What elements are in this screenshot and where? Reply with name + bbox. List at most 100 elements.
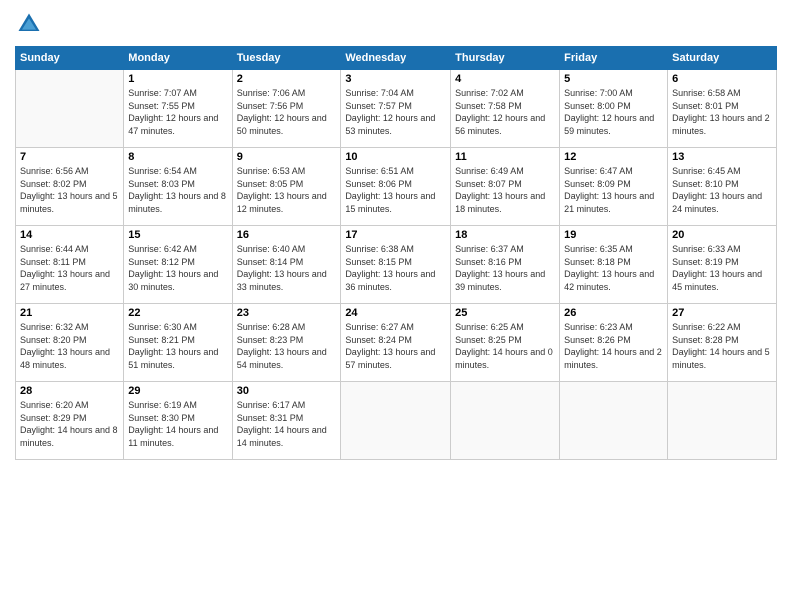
day-header-monday: Monday	[124, 47, 232, 70]
day-info: Sunrise: 6:49 AMSunset: 8:07 PMDaylight:…	[455, 165, 555, 215]
day-info: Sunrise: 7:02 AMSunset: 7:58 PMDaylight:…	[455, 87, 555, 137]
day-number: 17	[345, 229, 446, 241]
day-number: 8	[128, 151, 227, 163]
day-number: 22	[128, 307, 227, 319]
day-info: Sunrise: 6:25 AMSunset: 8:25 PMDaylight:…	[455, 321, 555, 371]
day-info: Sunrise: 6:23 AMSunset: 8:26 PMDaylight:…	[564, 321, 663, 371]
calendar-cell: 30 Sunrise: 6:17 AMSunset: 8:31 PMDayligh…	[232, 382, 341, 460]
day-number: 23	[237, 307, 337, 319]
day-info: Sunrise: 7:07 AMSunset: 7:55 PMDaylight:…	[128, 87, 227, 137]
day-number: 28	[20, 385, 119, 397]
calendar-cell: 4 Sunrise: 7:02 AMSunset: 7:58 PMDaylight…	[451, 70, 560, 148]
calendar-cell: 7 Sunrise: 6:56 AMSunset: 8:02 PMDaylight…	[16, 148, 124, 226]
day-info: Sunrise: 6:33 AMSunset: 8:19 PMDaylight:…	[672, 243, 772, 293]
day-info: Sunrise: 7:06 AMSunset: 7:56 PMDaylight:…	[237, 87, 337, 137]
day-info: Sunrise: 6:28 AMSunset: 8:23 PMDaylight:…	[237, 321, 337, 371]
day-number: 1	[128, 73, 227, 85]
day-number: 2	[237, 73, 337, 85]
day-number: 10	[345, 151, 446, 163]
calendar-cell: 21 Sunrise: 6:32 AMSunset: 8:20 PMDayligh…	[16, 304, 124, 382]
day-header-wednesday: Wednesday	[341, 47, 451, 70]
day-info: Sunrise: 6:22 AMSunset: 8:28 PMDaylight:…	[672, 321, 772, 371]
day-info: Sunrise: 6:45 AMSunset: 8:10 PMDaylight:…	[672, 165, 772, 215]
day-header-tuesday: Tuesday	[232, 47, 341, 70]
day-info: Sunrise: 6:56 AMSunset: 8:02 PMDaylight:…	[20, 165, 119, 215]
day-header-sunday: Sunday	[16, 47, 124, 70]
calendar-cell: 16Sunrise: 6:40 AMSunset: 8:14 PMDayligh…	[232, 226, 341, 304]
day-number: 20	[672, 229, 772, 241]
calendar-cell: 12 Sunrise: 6:47 AMSunset: 8:09 PMDayligh…	[560, 148, 668, 226]
day-info: Sunrise: 6:58 AMSunset: 8:01 PMDaylight:…	[672, 87, 772, 137]
calendar-cell: 19 Sunrise: 6:35 AMSunset: 8:18 PMDayligh…	[560, 226, 668, 304]
day-info: Sunrise: 6:35 AMSunset: 8:18 PMDaylight:…	[564, 243, 663, 293]
calendar-cell: 25 Sunrise: 6:25 AMSunset: 8:25 PMDayligh…	[451, 304, 560, 382]
calendar-week-4: 28Sunrise: 6:20 AMSunset: 8:29 PMDayligh…	[16, 382, 777, 460]
day-number: 21	[20, 307, 119, 319]
day-info: Sunrise: 6:19 AMSunset: 8:30 PMDaylight:…	[128, 399, 227, 449]
calendar-cell: 15Sunrise: 6:42 AMSunset: 8:12 PMDayligh…	[124, 226, 232, 304]
main-container: SundayMondayTuesdayWednesdayThursdayFrid…	[0, 0, 792, 470]
day-number: 27	[672, 307, 772, 319]
day-number: 14	[20, 229, 119, 241]
day-number: 15	[128, 229, 227, 241]
calendar-cell	[341, 382, 451, 460]
day-info: Sunrise: 6:17 AMSunset: 8:31 PMDaylight:…	[237, 399, 337, 449]
day-info: Sunrise: 6:37 AMSunset: 8:16 PMDaylight:…	[455, 243, 555, 293]
calendar-cell: 23 Sunrise: 6:28 AMSunset: 8:23 PMDayligh…	[232, 304, 341, 382]
day-info: Sunrise: 6:54 AMSunset: 8:03 PMDaylight:…	[128, 165, 227, 215]
calendar-cell	[668, 382, 777, 460]
calendar-cell: 6 Sunrise: 6:58 AMSunset: 8:01 PMDaylight…	[668, 70, 777, 148]
day-number: 18	[455, 229, 555, 241]
calendar-week-1: 7 Sunrise: 6:56 AMSunset: 8:02 PMDaylight…	[16, 148, 777, 226]
calendar-week-0: 1 Sunrise: 7:07 AMSunset: 7:55 PMDaylight…	[16, 70, 777, 148]
day-info: Sunrise: 6:47 AMSunset: 8:09 PMDaylight:…	[564, 165, 663, 215]
day-number: 12	[564, 151, 663, 163]
calendar-cell: 29Sunrise: 6:19 AMSunset: 8:30 PMDayligh…	[124, 382, 232, 460]
day-number: 13	[672, 151, 772, 163]
day-info: Sunrise: 6:27 AMSunset: 8:24 PMDaylight:…	[345, 321, 446, 371]
day-info: Sunrise: 7:00 AMSunset: 8:00 PMDaylight:…	[564, 87, 663, 137]
day-number: 26	[564, 307, 663, 319]
day-number: 9	[237, 151, 337, 163]
day-header-friday: Friday	[560, 47, 668, 70]
day-number: 6	[672, 73, 772, 85]
calendar-cell: 20 Sunrise: 6:33 AMSunset: 8:19 PMDayligh…	[668, 226, 777, 304]
day-number: 30	[237, 385, 337, 397]
calendar-cell: 24 Sunrise: 6:27 AMSunset: 8:24 PMDayligh…	[341, 304, 451, 382]
day-number: 25	[455, 307, 555, 319]
logo	[15, 10, 47, 38]
day-header-saturday: Saturday	[668, 47, 777, 70]
calendar-cell: 10 Sunrise: 6:51 AMSunset: 8:06 PMDayligh…	[341, 148, 451, 226]
calendar-cell: 3Sunrise: 7:04 AMSunset: 7:57 PMDaylight…	[341, 70, 451, 148]
calendar-cell: 1 Sunrise: 7:07 AMSunset: 7:55 PMDaylight…	[124, 70, 232, 148]
day-number: 11	[455, 151, 555, 163]
calendar-cell: 5 Sunrise: 7:00 AMSunset: 8:00 PMDaylight…	[560, 70, 668, 148]
calendar-week-2: 14 Sunrise: 6:44 AMSunset: 8:11 PMDayligh…	[16, 226, 777, 304]
calendar-cell: 8 Sunrise: 6:54 AMSunset: 8:03 PMDaylight…	[124, 148, 232, 226]
day-number: 4	[455, 73, 555, 85]
calendar-cell	[560, 382, 668, 460]
calendar-cell: 22Sunrise: 6:30 AMSunset: 8:21 PMDayligh…	[124, 304, 232, 382]
day-number: 7	[20, 151, 119, 163]
day-number: 24	[345, 307, 446, 319]
calendar-cell: 14 Sunrise: 6:44 AMSunset: 8:11 PMDayligh…	[16, 226, 124, 304]
calendar-cell: 17 Sunrise: 6:38 AMSunset: 8:15 PMDayligh…	[341, 226, 451, 304]
calendar-cell	[16, 70, 124, 148]
day-number: 3	[345, 73, 446, 85]
day-info: Sunrise: 6:44 AMSunset: 8:11 PMDaylight:…	[20, 243, 119, 293]
header-area	[15, 10, 777, 38]
calendar-cell: 11 Sunrise: 6:49 AMSunset: 8:07 PMDayligh…	[451, 148, 560, 226]
day-info: Sunrise: 6:51 AMSunset: 8:06 PMDaylight:…	[345, 165, 446, 215]
day-number: 19	[564, 229, 663, 241]
calendar-cell	[451, 382, 560, 460]
logo-icon	[15, 10, 43, 38]
day-info: Sunrise: 6:32 AMSunset: 8:20 PMDaylight:…	[20, 321, 119, 371]
calendar-cell: 13 Sunrise: 6:45 AMSunset: 8:10 PMDayligh…	[668, 148, 777, 226]
calendar-cell: 2 Sunrise: 7:06 AMSunset: 7:56 PMDaylight…	[232, 70, 341, 148]
day-number: 5	[564, 73, 663, 85]
calendar-cell: 9Sunrise: 6:53 AMSunset: 8:05 PMDaylight…	[232, 148, 341, 226]
calendar-cell: 28Sunrise: 6:20 AMSunset: 8:29 PMDayligh…	[16, 382, 124, 460]
calendar-table: SundayMondayTuesdayWednesdayThursdayFrid…	[15, 46, 777, 460]
day-info: Sunrise: 6:38 AMSunset: 8:15 PMDaylight:…	[345, 243, 446, 293]
day-number: 16	[237, 229, 337, 241]
